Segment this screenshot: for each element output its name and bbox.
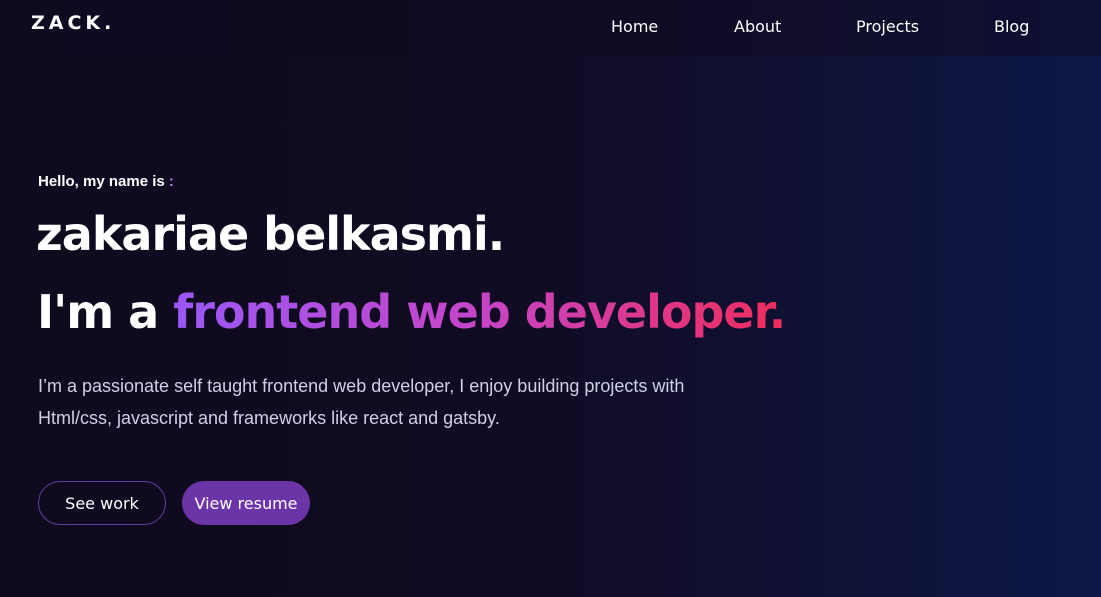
see-work-button[interactable]: See work xyxy=(38,481,166,525)
hero-role: I'm a frontend web developer. xyxy=(37,285,786,339)
role-highlight: frontend web developer. xyxy=(173,285,786,339)
nav-link-home[interactable]: Home xyxy=(611,17,658,36)
site-logo[interactable]: ZACK. xyxy=(31,12,115,34)
navbar: ZACK. Home About Projects Blog xyxy=(0,0,1101,56)
hero-name: zakariae belkasmi. xyxy=(36,207,505,261)
view-resume-label: View resume xyxy=(194,493,298,513)
view-resume-button[interactable]: View resume xyxy=(182,481,310,525)
greeting-text: Hello, my name is xyxy=(38,173,165,190)
see-work-label: See work xyxy=(65,493,139,513)
nav-link-projects[interactable]: Projects xyxy=(856,17,919,36)
nav-link-blog[interactable]: Blog xyxy=(994,17,1029,36)
hero-description: I’m a passionate self taught frontend we… xyxy=(38,376,685,428)
hero-greeting: Hello, my name is : xyxy=(38,173,174,190)
greeting-colon: : xyxy=(168,173,174,190)
nav-link-about[interactable]: About xyxy=(734,17,781,36)
role-prefix: I'm a xyxy=(37,285,159,339)
